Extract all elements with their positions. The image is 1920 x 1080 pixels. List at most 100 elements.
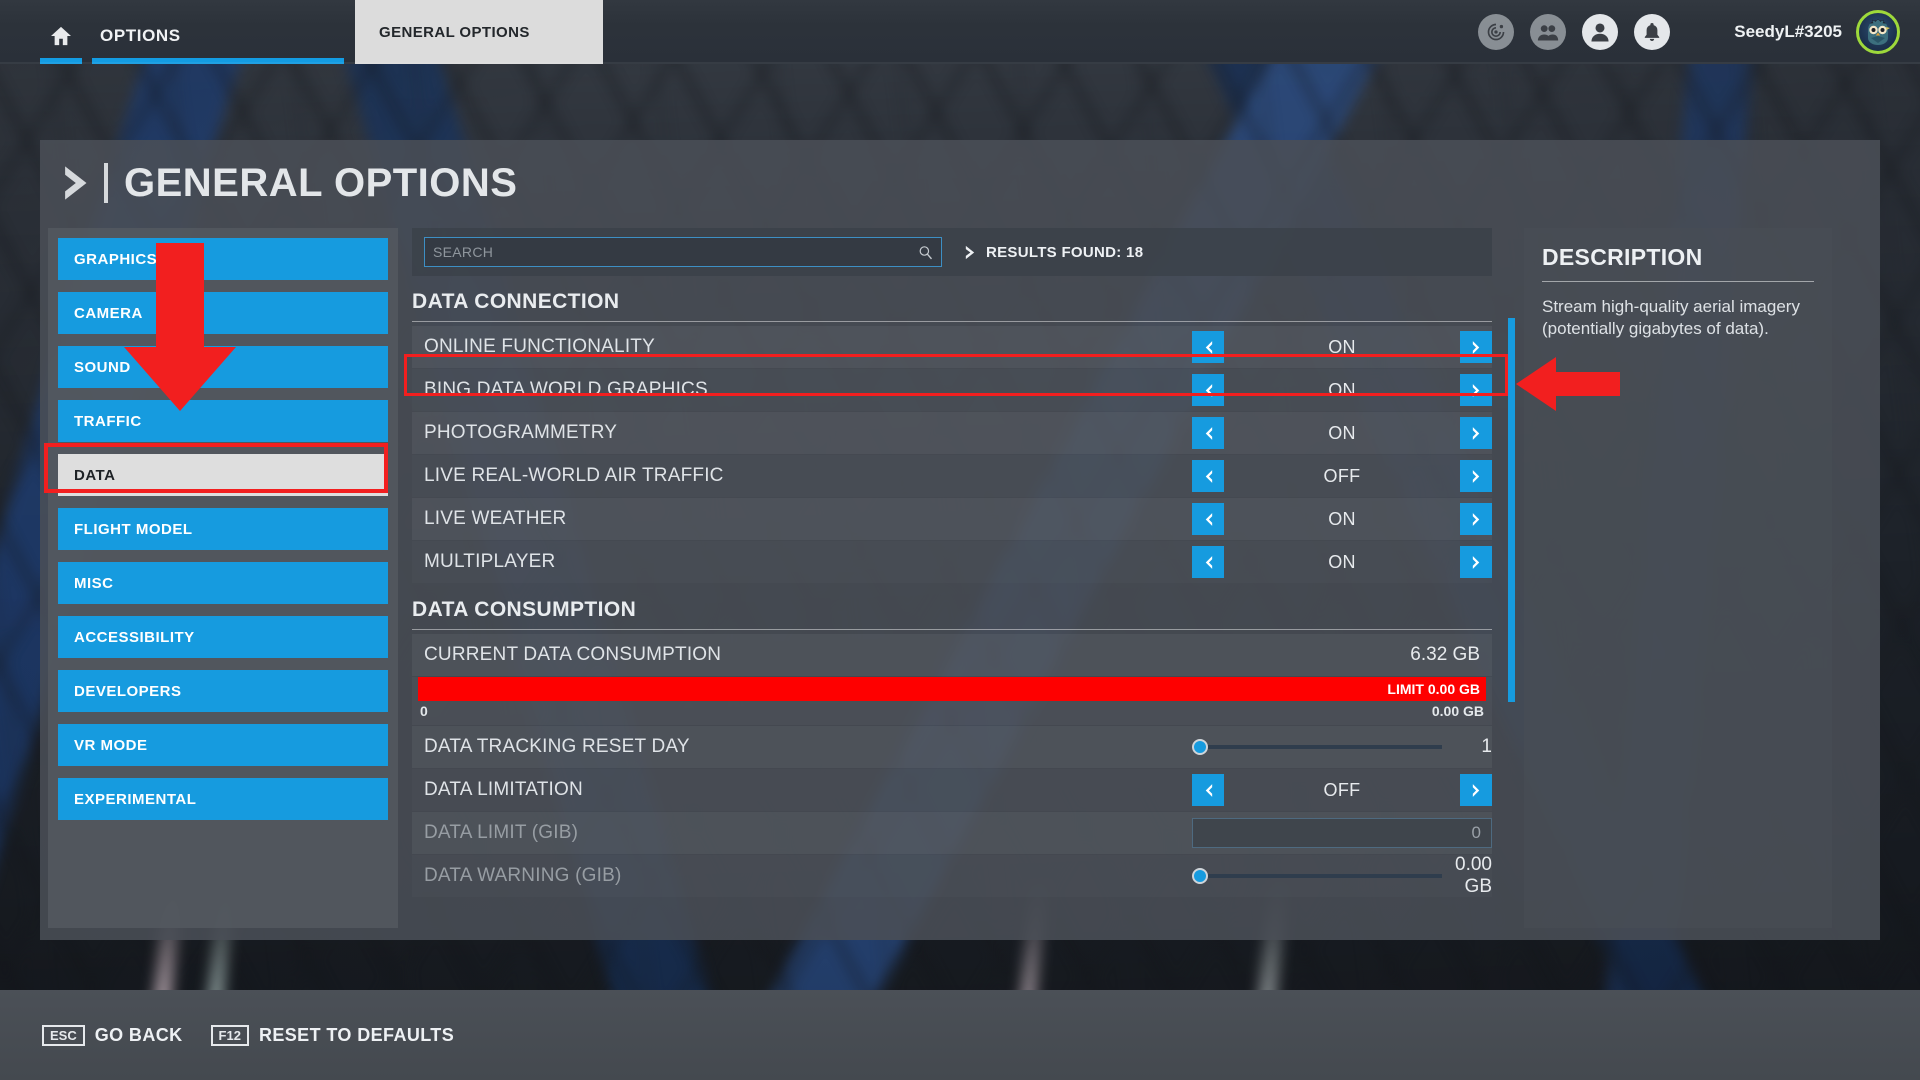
search-placeholder: SEARCH [433,244,494,260]
chevron-right-icon [1472,555,1479,569]
search-input[interactable]: SEARCH [424,237,942,267]
toggle-control: ON [1192,374,1492,406]
sidebar-item-vr-mode[interactable]: VR MODE [58,724,388,766]
footer-hint-bar: ESC GO BACK F12 RESET TO DEFAULTS [0,990,1920,1080]
setting-label: LIVE WEATHER [424,508,567,529]
slider-track[interactable] [1192,739,1442,755]
tab-options[interactable]: OPTIONS [100,26,181,46]
friends-button[interactable] [1530,14,1566,50]
section-divider [412,629,1492,630]
toggle-control: OFF [1192,460,1492,492]
setting-label: DATA WARNING (GIB) [424,865,622,886]
data-consumption-bar: LIMIT 0.00 GB 0 0.00 GB [412,677,1492,725]
sidebar-item-label: ACCESSIBILITY [74,628,195,646]
slider-control[interactable]: 1 [1192,736,1492,758]
sidebar-item-sound[interactable]: SOUND [58,346,388,388]
setting-label: CURRENT DATA CONSUMPTION [424,644,722,665]
decrement-button[interactable] [1192,417,1224,449]
footer-hint-label: GO BACK [94,1024,183,1045]
sidebar-item-label: DATA [74,466,116,484]
setting-row-data-warning-gib[interactable]: DATA WARNING (GIB) 0.00 GB [412,854,1492,898]
increment-button[interactable] [1460,503,1492,535]
sidebar-item-accessibility[interactable]: ACCESSIBILITY [58,616,388,658]
setting-value: OFF [1323,779,1361,800]
footer-hint-label: RESET TO DEFAULTS [258,1024,455,1045]
decrement-button[interactable] [1192,503,1224,535]
sidebar-item-camera[interactable]: CAMERA [58,292,388,334]
profile-button[interactable] [1582,14,1618,50]
setting-value: OFF [1323,465,1361,486]
home-button[interactable] [42,22,80,50]
toggle-control: ON [1192,417,1492,449]
data-bar-min-label: 0 [420,703,428,719]
increment-button[interactable] [1460,331,1492,363]
slider-knob[interactable] [1192,739,1208,755]
footer-hint-go-back[interactable]: ESC GO BACK [42,1024,183,1046]
setting-row-current-data-consumption[interactable]: CURRENT DATA CONSUMPTION 6.32 GB [412,634,1492,676]
decrement-button[interactable] [1192,374,1224,406]
avatar[interactable] [1856,10,1900,54]
slider-knob[interactable] [1192,868,1208,884]
sidebar-item-label: MISC [74,574,114,592]
setting-row-photogrammetry[interactable]: PHOTOGRAMMETRY ON [412,412,1492,454]
setting-value: ON [1328,551,1356,572]
setting-row-bing-data-world-graphics[interactable]: BING DATA WORLD GRAPHICS ON [412,369,1492,411]
results-found: RESULTS FOUND: 18 [964,244,1143,261]
setting-label: BING DATA WORLD GRAPHICS [424,379,708,400]
slider-control[interactable]: 0.00 GB [1192,854,1492,898]
increment-button[interactable] [1460,374,1492,406]
owl-avatar-icon [1868,19,1890,45]
increment-button[interactable] [1460,460,1492,492]
number-input[interactable]: 0 [1192,818,1492,848]
tab-general-options[interactable]: GENERAL OPTIONS [355,0,603,64]
data-limit-label: LIMIT 0.00 GB [1387,681,1480,697]
sidebar-item-misc[interactable]: MISC [58,562,388,604]
sidebar-item-traffic[interactable]: TRAFFIC [58,400,388,442]
data-usage-bar-fill: LIMIT 0.00 GB [418,677,1486,701]
setting-label: DATA TRACKING RESET DAY [424,736,690,757]
footer-hint-reset-to-defaults[interactable]: F12 RESET TO DEFAULTS [210,1024,455,1046]
top-navigation-bar: OPTIONS GENERAL OPTIONS SeedyL#3205 [0,0,1920,64]
sidebar-item-developers[interactable]: DEVELOPERS [58,670,388,712]
section-heading-data-consumption: DATA CONSUMPTION [412,598,1492,630]
increment-button[interactable] [1460,546,1492,578]
decrement-button[interactable] [1192,460,1224,492]
sidebar-item-label: CAMERA [74,304,143,322]
notifications-icon [1644,23,1660,41]
data-bar-max-label: 0.00 GB [1431,703,1484,719]
increment-button[interactable] [1460,774,1492,806]
sidebar-item-data[interactable]: DATA [58,454,388,496]
chevron-right-icon [965,245,975,259]
sidebar-item-experimental[interactable]: EXPERIMENTAL [58,778,388,820]
slider-track[interactable] [1192,868,1442,884]
sidebar-item-flight-model[interactable]: FLIGHT MODEL [58,508,388,550]
chevron-left-icon [1205,340,1212,354]
decrement-button[interactable] [1192,546,1224,578]
setting-row-live-real-world-air-traffic[interactable]: LIVE REAL-WORLD AIR TRAFFIC OFF [412,455,1492,497]
section-title: DATA CONSUMPTION [412,598,637,621]
chevron-left-icon [1205,383,1212,397]
setting-row-multiplayer[interactable]: MULTIPLAYER ON [412,541,1492,583]
setting-row-live-weather[interactable]: LIVE WEATHER ON [412,498,1492,540]
toggle-control: ON [1192,331,1492,363]
settings-content-area: SEARCH RESULTS FOUND: 18 DATA CONNECTION… [404,228,1500,928]
topbar-icon-group [1478,14,1670,50]
sidebar-item-label: SOUND [74,358,131,376]
setting-value: ON [1328,508,1356,529]
setting-value: 0.00 GB [1455,854,1492,897]
setting-row-data-limit-gib[interactable]: DATA LIMIT (GIB) 0 [412,812,1492,854]
increment-button[interactable] [1460,417,1492,449]
sidebar-item-label: GRAPHICS [74,250,158,268]
sidebar-item-label: TRAFFIC [74,412,142,430]
sidebar-item-graphics[interactable]: GRAPHICS [58,238,388,280]
decrement-button[interactable] [1192,774,1224,806]
notifications-button[interactable] [1634,14,1670,50]
section-heading-data-connection: DATA CONNECTION [412,290,1492,322]
setting-row-data-tracking-reset-day[interactable]: DATA TRACKING RESET DAY 1 [412,726,1492,768]
setting-row-data-limitation[interactable]: DATA LIMITATION OFF [412,769,1492,811]
setting-row-online-functionality[interactable]: ONLINE FUNCTIONALITY ON [412,326,1492,368]
decrement-button[interactable] [1192,331,1224,363]
radar-button[interactable] [1478,14,1514,50]
page-title: GENERAL OPTIONS [124,160,518,205]
settings-scrollbar[interactable] [1508,318,1515,702]
